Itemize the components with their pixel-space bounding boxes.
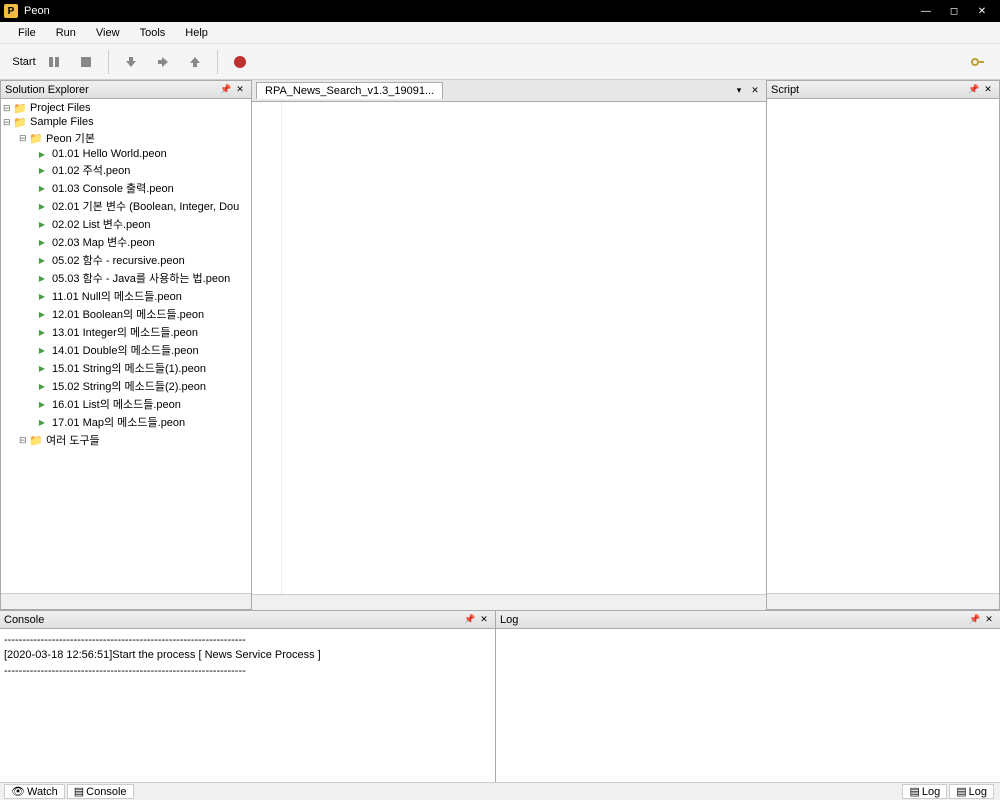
menu-view[interactable]: View (86, 25, 130, 41)
arrow-return-icon (188, 55, 202, 69)
pin-icon[interactable]: 📌 (967, 83, 981, 97)
separator (217, 50, 218, 74)
close-icon[interactable]: ✕ (982, 613, 996, 627)
file-node[interactable]: ▶02.02 List 변수.peon (3, 215, 249, 233)
folder-node[interactable]: ⊟📁여러 도구들 (3, 431, 249, 449)
file-node[interactable]: ▶14.01 Double의 메소드들.peon (3, 341, 249, 359)
hscrollbar[interactable] (1, 593, 251, 609)
hscrollbar[interactable] (767, 593, 999, 609)
file-node[interactable]: ▶15.02 String의 메소드들(2).peon (3, 377, 249, 395)
log-tab-2[interactable]: ▤ Log (949, 784, 994, 799)
folder-node[interactable]: ⊟📁Project Files (3, 101, 249, 115)
menu-tools[interactable]: Tools (130, 25, 176, 41)
pin-icon[interactable]: 📌 (219, 83, 233, 97)
log-panel: Log 📌 ✕ (496, 611, 1000, 782)
key-button[interactable] (964, 48, 992, 76)
log-header: Log 📌 ✕ (496, 611, 1000, 629)
menu-help[interactable]: Help (175, 25, 218, 41)
pause-button[interactable] (40, 48, 68, 76)
arrow-right-icon (156, 55, 170, 69)
file-node[interactable]: ▶01.01 Hello World.peon (3, 147, 249, 161)
console-header: Console 📌 ✕ (0, 611, 495, 629)
folder-node[interactable]: ⊟📁Peon 기본 (3, 129, 249, 147)
console-tab[interactable]: ▤ Console (67, 784, 134, 799)
bottom-area: Console 📌 ✕ ----------------------------… (0, 610, 1000, 782)
close-icon[interactable]: ✕ (477, 613, 491, 627)
record-button[interactable] (226, 48, 254, 76)
arrow-down-icon (124, 55, 138, 69)
script-title: Script (771, 84, 967, 96)
toolbar: Start (0, 44, 1000, 80)
editor-tabs: RPA_News_Search_v1.3_19091... ▾ ✕ (252, 80, 766, 102)
file-node[interactable]: ▶05.03 함수 - Java를 사용하는 법.peon (3, 269, 249, 287)
close-icon[interactable]: ✕ (981, 83, 995, 97)
close-tab-icon[interactable]: ✕ (748, 84, 762, 98)
step-into-button[interactable] (149, 48, 177, 76)
file-node[interactable]: ▶15.01 String의 메소드들(1).peon (3, 359, 249, 377)
pin-icon[interactable]: 📌 (968, 613, 982, 627)
stop-button[interactable] (72, 48, 100, 76)
menu-file[interactable]: File (8, 25, 46, 41)
separator (108, 50, 109, 74)
menubar: File Run View Tools Help (0, 22, 1000, 44)
statusbar: 👁 Watch ▤ Console ▤ Log ▤ Log (0, 782, 1000, 800)
log-title: Log (500, 614, 968, 626)
file-node[interactable]: ▶02.03 Map 변수.peon (3, 233, 249, 251)
file-node[interactable]: ▶01.02 주석.peon (3, 161, 249, 179)
explorer-header: Solution Explorer 📌 ✕ (1, 81, 251, 99)
script-header: Script 📌 ✕ (767, 81, 999, 99)
watch-tab[interactable]: 👁 Watch (4, 784, 65, 799)
key-icon (971, 55, 985, 69)
window-title: Peon (24, 5, 912, 17)
start-button[interactable]: Start (8, 48, 36, 76)
editor-tab[interactable]: RPA_News_Search_v1.3_19091... (256, 82, 443, 99)
console-line: ----------------------------------------… (4, 633, 491, 648)
file-node[interactable]: ▶02.01 기본 변수 (Boolean, Integer, Dou (3, 197, 249, 215)
tab-label: RPA_News_Search_v1.3_19091... (265, 85, 434, 97)
file-node[interactable]: ▶16.01 List의 메소드들.peon (3, 395, 249, 413)
close-icon[interactable]: ✕ (968, 2, 996, 20)
step-down-button[interactable] (117, 48, 145, 76)
console-line: ----------------------------------------… (4, 664, 491, 679)
stop-icon (79, 55, 93, 69)
file-node[interactable]: ▶17.01 Map의 메소드들.peon (3, 413, 249, 431)
console-panel: Console 📌 ✕ ----------------------------… (0, 611, 496, 782)
start-label: Start (12, 56, 35, 68)
file-node[interactable]: ▶05.02 함수 - recursive.peon (3, 251, 249, 269)
file-node[interactable]: ▶13.01 Integer의 메소드들.peon (3, 323, 249, 341)
file-node[interactable]: ▶11.01 Null의 메소드들.peon (3, 287, 249, 305)
script-panel: Script 📌 ✕ (766, 80, 1000, 610)
folder-node[interactable]: ⊟📁Sample Files (3, 115, 249, 129)
file-node[interactable]: ▶12.01 Boolean의 메소드들.peon (3, 305, 249, 323)
maximize-icon[interactable]: ◻ (940, 2, 968, 20)
line-gutter (252, 102, 282, 594)
code-content[interactable] (282, 102, 766, 594)
minimize-icon[interactable]: — (912, 2, 940, 20)
pin-icon[interactable]: 📌 (463, 613, 477, 627)
hscrollbar[interactable] (252, 594, 766, 610)
script-list[interactable] (767, 99, 999, 593)
console-line: [2020-03-18 12:56:51]Start the process [… (4, 648, 491, 663)
main-area: Solution Explorer 📌 ✕ ⊟📁Project Files⊟📁S… (0, 80, 1000, 610)
explorer-title: Solution Explorer (5, 84, 219, 96)
record-icon (233, 55, 247, 69)
close-icon[interactable]: ✕ (233, 83, 247, 97)
code-editor[interactable] (252, 102, 766, 594)
step-out-button[interactable] (181, 48, 209, 76)
file-node[interactable]: ▶01.03 Console 출력.peon (3, 179, 249, 197)
app-icon: P (4, 4, 18, 18)
file-tree[interactable]: ⊟📁Project Files⊟📁Sample Files⊟📁Peon 기본▶0… (1, 99, 251, 593)
menu-run[interactable]: Run (46, 25, 86, 41)
dropdown-icon[interactable]: ▾ (732, 84, 746, 98)
editor-area: RPA_News_Search_v1.3_19091... ▾ ✕ (252, 80, 766, 610)
log-tab[interactable]: ▤ Log (902, 784, 947, 799)
titlebar: P Peon — ◻ ✕ (0, 0, 1000, 22)
console-content[interactable]: ----------------------------------------… (0, 629, 495, 782)
log-content[interactable] (496, 629, 1000, 782)
solution-explorer: Solution Explorer 📌 ✕ ⊟📁Project Files⊟📁S… (0, 80, 252, 610)
console-title: Console (4, 614, 463, 626)
pause-icon (47, 55, 61, 69)
